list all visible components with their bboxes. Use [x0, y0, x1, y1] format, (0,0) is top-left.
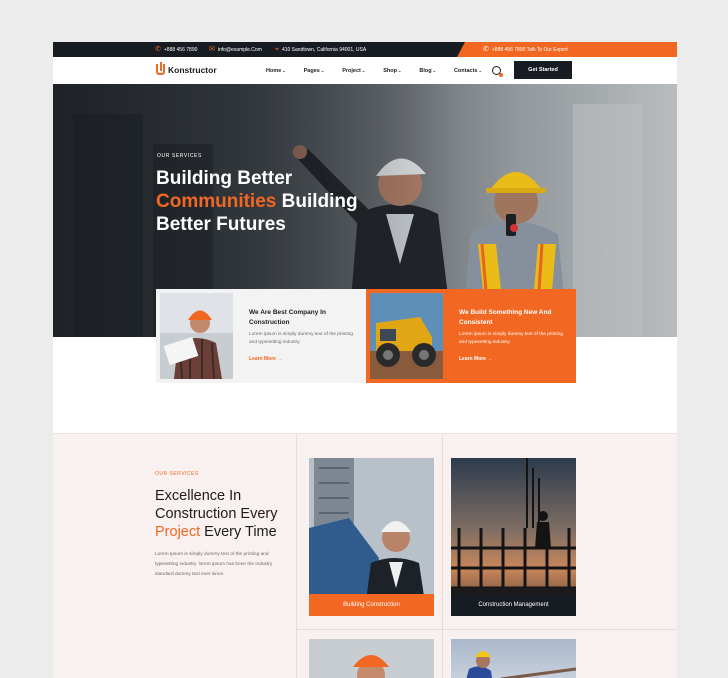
chevron-down-icon: ⌄	[432, 67, 436, 73]
nav-label: Pages	[303, 67, 320, 74]
services-section: OUR SERVICES Excellence In Construction …	[53, 433, 677, 678]
feature-title: We Build Something New And Consistent	[459, 309, 552, 326]
topbar-email[interactable]: ✉ info@example.Com	[209, 42, 262, 57]
search-icon[interactable]	[492, 66, 503, 77]
nav-label: Blog	[419, 67, 432, 74]
hero-title: Building Better Communities Building Bet…	[156, 167, 386, 236]
feature-title: We Are Best Company In Construction	[249, 309, 326, 326]
feature-text: Lorem ipsum is simply dummy text of the …	[249, 332, 353, 345]
topbar-expert[interactable]: ✆ +888 456 7890 Talk To Our Expert	[483, 42, 568, 57]
nav-item-blog[interactable]: Blog⌄	[419, 68, 436, 74]
main-nav: Konstructor Home⌄ Pages⌄ Project⌄ Shop⌄ …	[53, 57, 677, 84]
get-started-button[interactable]: Get Started	[514, 61, 572, 79]
learn-more-link[interactable]: Learn More →	[459, 356, 492, 362]
topbar-phone-text: +888 456 7890	[163, 46, 198, 53]
grid-divider	[296, 629, 677, 630]
location-icon: ⌖	[275, 46, 279, 53]
topbar-phone[interactable]: ✆ +888 456 7890	[155, 42, 197, 57]
services-title: Excellence In Construction Every Project…	[155, 487, 295, 541]
service-card[interactable]	[309, 639, 434, 678]
services-description: Lorem Ipsum is simply dummy text of the …	[155, 552, 273, 577]
services-title-line3: Every Time	[200, 524, 277, 540]
chevron-down-icon: ⌄	[397, 67, 402, 73]
services-eyebrow: OUR SERVICES	[155, 471, 199, 477]
learn-more-link[interactable]: Learn More →	[249, 356, 282, 362]
service-image-worker	[353, 655, 389, 678]
phone-icon: ✆	[483, 46, 489, 53]
service-card[interactable]	[451, 639, 576, 678]
service-card-label: Construction Management	[451, 594, 576, 616]
topbar-address: ⌖ 410 Sandtown, California 94001, USA	[275, 42, 366, 57]
nav-label: Project	[342, 67, 361, 74]
nav-item-project[interactable]: Project⌄	[342, 68, 365, 74]
feature-card: We Build Something New And Consistent Lo…	[366, 289, 576, 383]
chevron-down-icon: ⌄	[282, 67, 286, 73]
logo[interactable]: Konstructor	[156, 62, 217, 75]
phone-icon: ✆	[155, 46, 161, 53]
topbar-address-text: 410 Sandtown, California 94001, USA	[281, 46, 367, 53]
feature-image-worker	[160, 293, 233, 379]
services-title-accent: Project	[155, 524, 201, 540]
nav-item-home[interactable]: Home⌄	[266, 68, 286, 74]
chevron-down-icon: ⌄	[320, 67, 325, 73]
mail-icon: ✉	[209, 46, 215, 53]
grid-divider	[296, 434, 297, 678]
logo-mark-icon	[156, 62, 165, 75]
service-image-building-construction	[309, 458, 434, 616]
nav-item-contacts[interactable]: Contacts⌄	[454, 68, 482, 74]
topbar-email-text: info@example.Com	[217, 46, 262, 53]
service-image-welder	[466, 651, 576, 678]
hero-title-line1: Building Better	[156, 168, 293, 189]
hero-title-accent: Communities	[156, 191, 277, 212]
feature-text: Lorem ipsum is simply dummy text of the …	[459, 332, 563, 345]
topbar-expert-strip: ✆ +888 456 7890 Talk To Our Expert	[457, 42, 677, 57]
nav-label: Home	[266, 67, 282, 74]
hero-eyebrow: OUR SERVICES	[157, 153, 202, 159]
services-title-line2: Construction Every	[155, 506, 278, 522]
nav-menu: Home⌄ Pages⌄ Project⌄ Shop⌄ Blog⌄ Contac…	[266, 57, 500, 84]
service-card-label: Building Construction	[309, 594, 434, 616]
hero-title-line3: Better Futures	[156, 214, 286, 235]
services-title-line1: Excellence In	[155, 488, 242, 504]
feature-card: We Are Best Company In Construction Lore…	[156, 289, 366, 383]
nav-item-shop[interactable]: Shop⌄	[383, 68, 401, 74]
top-bar: ✆ +888 456 7890 ✉ info@example.Com ⌖ 410…	[53, 42, 677, 57]
service-card[interactable]: Building Construction	[309, 458, 434, 616]
topbar-expert-text: +888 456 7890 Talk To Our Expert	[491, 46, 568, 53]
service-image-construction-management	[451, 458, 576, 616]
nav-label: Shop	[383, 67, 397, 74]
logo-text: Konstructor	[168, 64, 217, 75]
hero-title-line2: Building	[276, 191, 358, 212]
service-card[interactable]: Construction Management	[451, 458, 576, 616]
nav-item-pages[interactable]: Pages⌄	[304, 68, 325, 74]
nav-label: Contacts	[453, 67, 478, 74]
chevron-down-icon: ⌄	[361, 67, 366, 73]
grid-divider	[442, 434, 443, 678]
chevron-down-icon: ⌄	[478, 67, 482, 73]
page: ✆ +888 456 7890 ✉ info@example.Com ⌖ 410…	[53, 42, 677, 678]
feature-image-dumptruck	[370, 293, 443, 379]
